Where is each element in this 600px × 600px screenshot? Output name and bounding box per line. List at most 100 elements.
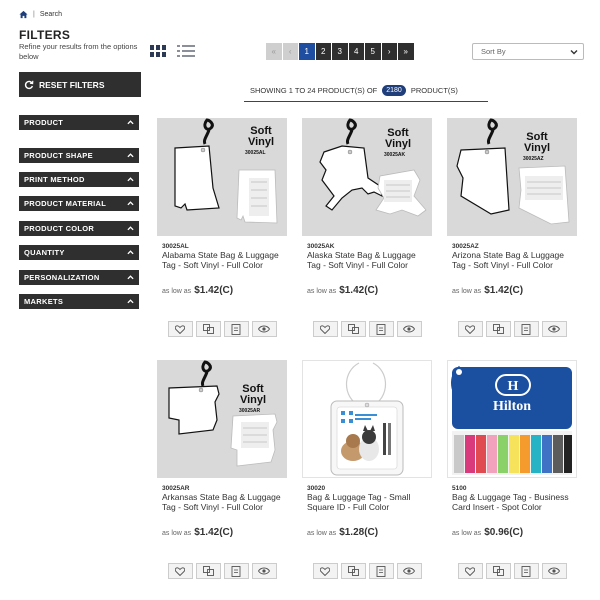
grid-view-icon[interactable] bbox=[150, 45, 166, 57]
product-actions bbox=[302, 563, 432, 581]
product-actions bbox=[447, 563, 577, 581]
wishlist-button[interactable] bbox=[457, 563, 483, 579]
filter-quantity[interactable]: QUANTITY bbox=[19, 245, 139, 260]
product-name[interactable]: Alaska State Bag & Luggage Tag - Soft Vi… bbox=[307, 250, 431, 270]
product-price: as low as $1.42(C) bbox=[162, 285, 233, 296]
compare-icon bbox=[202, 324, 214, 334]
price-value: $1.42(C) bbox=[484, 285, 524, 296]
page-4-button[interactable]: 4 bbox=[348, 43, 364, 60]
product-price: as low as $1.28(C) bbox=[307, 527, 378, 538]
product-image[interactable]: Soft Vinyl 30025AR bbox=[157, 360, 287, 478]
filter-product-shape[interactable]: PRODUCT SHAPE bbox=[19, 148, 139, 163]
product-sku: 30025AZ bbox=[452, 243, 479, 250]
page-5-button[interactable]: 5 bbox=[365, 43, 381, 60]
sort-select[interactable]: Sort By bbox=[472, 43, 584, 60]
quote-button[interactable] bbox=[223, 321, 249, 337]
breadcrumb-search-link[interactable]: Search bbox=[40, 11, 62, 18]
price-value: $1.42(C) bbox=[194, 527, 234, 538]
filter-label: PERSONALIZATION bbox=[24, 273, 100, 282]
tag-label: Soft Vinyl bbox=[384, 127, 412, 150]
quote-icon bbox=[376, 323, 386, 335]
chevron-up-icon bbox=[127, 275, 134, 280]
price-prefix: as low as bbox=[452, 530, 482, 537]
quick-view-button[interactable] bbox=[541, 563, 567, 579]
product-image[interactable]: H Hilton bbox=[447, 360, 577, 478]
product-price: as low as $0.96(C) bbox=[452, 527, 523, 538]
quote-button[interactable] bbox=[368, 321, 394, 337]
filter-personalization[interactable]: PERSONALIZATION bbox=[19, 270, 139, 285]
compare-icon bbox=[202, 566, 214, 576]
filter-print-method[interactable]: PRINT METHOD bbox=[19, 172, 139, 187]
price-value: $0.96(C) bbox=[484, 527, 524, 538]
eye-icon bbox=[548, 325, 560, 333]
quote-button[interactable] bbox=[368, 563, 394, 579]
quote-button[interactable] bbox=[223, 563, 249, 579]
tag-label: Soft Vinyl bbox=[247, 125, 275, 148]
home-icon[interactable] bbox=[19, 10, 28, 19]
compare-button[interactable] bbox=[485, 321, 511, 337]
compare-button[interactable] bbox=[340, 563, 366, 579]
page-3-button[interactable]: 3 bbox=[332, 43, 348, 60]
product-image[interactable]: Soft Vinyl 30025AL bbox=[157, 118, 287, 236]
list-view-icon[interactable] bbox=[177, 45, 195, 57]
price-value: $1.42(C) bbox=[339, 285, 379, 296]
product-name[interactable]: Bag & Luggage Tag - Small Square ID - Fu… bbox=[307, 492, 431, 512]
filter-product-color[interactable]: PRODUCT COLOR bbox=[19, 221, 139, 236]
product-image[interactable] bbox=[302, 360, 432, 478]
eye-icon bbox=[403, 567, 415, 575]
filter-product-material[interactable]: PRODUCT MATERIAL bbox=[19, 196, 139, 211]
first-page-button[interactable]: « bbox=[266, 43, 282, 60]
quick-view-button[interactable] bbox=[251, 563, 277, 579]
quick-view-button[interactable] bbox=[251, 321, 277, 337]
product-sku: 30020 bbox=[307, 485, 326, 492]
heart-icon bbox=[465, 566, 475, 576]
price-prefix: as low as bbox=[307, 288, 337, 295]
filter-markets[interactable]: MARKETS bbox=[19, 294, 139, 309]
heart-icon bbox=[175, 324, 185, 334]
eye-icon bbox=[258, 325, 270, 333]
breadcrumb-separator: | bbox=[33, 10, 35, 18]
wishlist-button[interactable] bbox=[312, 321, 338, 337]
wishlist-button[interactable] bbox=[457, 321, 483, 337]
next-page-button[interactable]: › bbox=[381, 43, 397, 60]
product-name[interactable]: Arizona State Bag & Luggage Tag - Soft V… bbox=[452, 250, 576, 270]
quote-button[interactable] bbox=[513, 563, 539, 579]
compare-button[interactable] bbox=[485, 563, 511, 579]
filter-product[interactable]: PRODUCT bbox=[19, 115, 139, 130]
heart-icon bbox=[175, 566, 185, 576]
chevron-up-icon bbox=[127, 177, 134, 182]
filter-label: QUANTITY bbox=[24, 248, 65, 257]
product-name[interactable]: Arkansas State Bag & Luggage Tag - Soft … bbox=[162, 492, 286, 512]
quick-view-button[interactable] bbox=[541, 321, 567, 337]
wishlist-button[interactable] bbox=[167, 321, 193, 337]
filters-title: FILTERS bbox=[19, 28, 71, 42]
tag-code: 30025AR bbox=[239, 408, 261, 414]
compare-button[interactable] bbox=[195, 563, 221, 579]
product-name[interactable]: Bag & Luggage Tag - Business Card Insert… bbox=[452, 492, 576, 512]
product-sku: 30025AK bbox=[307, 243, 335, 250]
quote-icon bbox=[231, 323, 241, 335]
compare-icon bbox=[492, 324, 504, 334]
product-image[interactable]: Soft Vinyl 30025AZ bbox=[447, 118, 577, 236]
wishlist-button[interactable] bbox=[312, 563, 338, 579]
filter-label: PRODUCT bbox=[24, 118, 64, 127]
refresh-icon bbox=[24, 80, 34, 89]
results-suffix: PRODUCT(S) bbox=[410, 86, 458, 95]
reset-filters-button[interactable]: RESET FILTERS bbox=[19, 72, 141, 97]
prev-page-button[interactable]: ‹ bbox=[282, 43, 298, 60]
product-image[interactable]: Soft Vinyl 30025AK bbox=[302, 118, 432, 236]
last-page-button[interactable]: » bbox=[398, 43, 414, 60]
quick-view-button[interactable] bbox=[396, 563, 422, 579]
compare-button[interactable] bbox=[340, 321, 366, 337]
quote-button[interactable] bbox=[513, 321, 539, 337]
chevron-up-icon bbox=[127, 226, 134, 231]
compare-button[interactable] bbox=[195, 321, 221, 337]
page-2-button[interactable]: 2 bbox=[315, 43, 331, 60]
page-1-button[interactable]: 1 bbox=[299, 43, 315, 60]
wishlist-button[interactable] bbox=[167, 563, 193, 579]
product-name[interactable]: Alabama State Bag & Luggage Tag - Soft V… bbox=[162, 250, 286, 270]
results-summary: SHOWING 1 TO 24 PRODUCT(S) OF 2180 PRODU… bbox=[244, 80, 488, 102]
quick-view-button[interactable] bbox=[396, 321, 422, 337]
compare-icon bbox=[347, 566, 359, 576]
price-prefix: as low as bbox=[162, 288, 192, 295]
